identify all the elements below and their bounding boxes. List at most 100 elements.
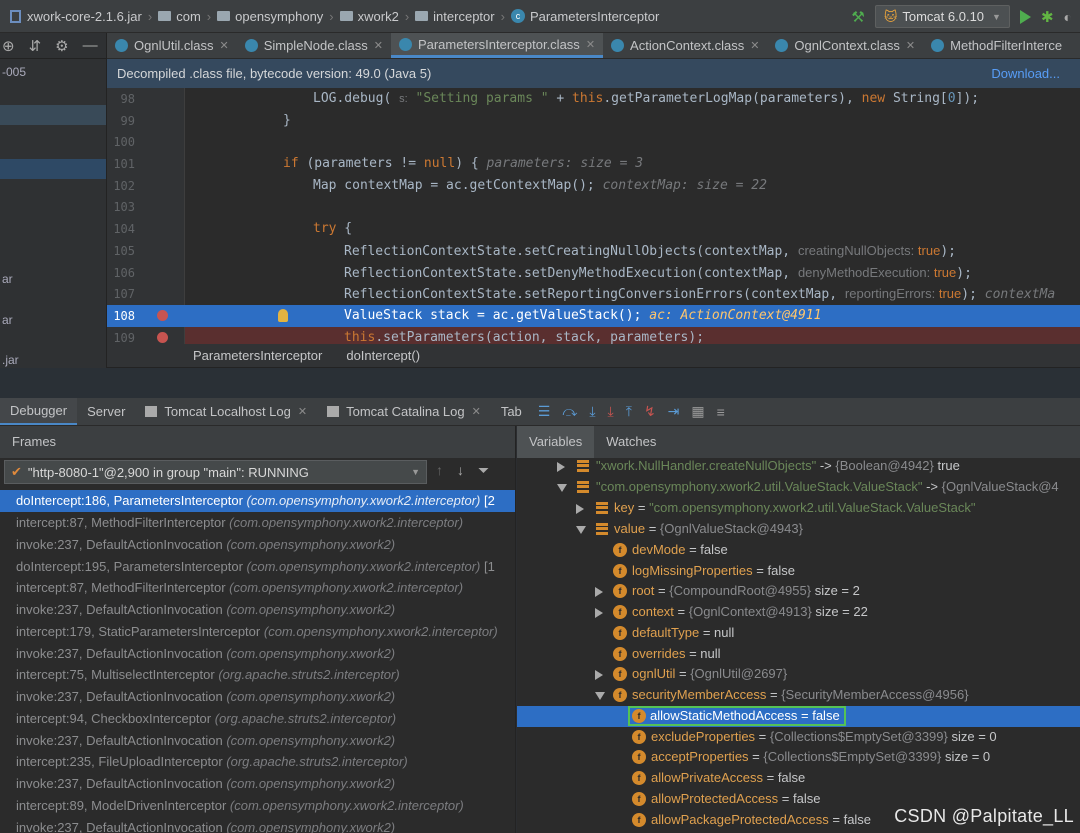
variable-row[interactable]: f securityMemberAccess = {SecurityMember… <box>517 685 1080 706</box>
gear-icon[interactable]: ⚙ <box>55 37 68 55</box>
run-to-cursor-icon[interactable]: ⇥ <box>668 403 680 420</box>
project-tree-item[interactable]: ar <box>2 313 13 327</box>
variable-row[interactable]: value = {OgnlValueStack@4943} <box>517 519 1080 540</box>
run-config-select[interactable]: 🐱 Tomcat 6.0.10 ▼ <box>874 5 1010 28</box>
close-icon[interactable]: ✕ <box>586 38 595 51</box>
tab-tomcat-localhost-log[interactable]: Tomcat Localhost Log ✕ <box>135 398 317 425</box>
expand-arrow-icon[interactable] <box>576 504 584 514</box>
download-link[interactable]: Download... <box>991 66 1060 81</box>
step-into-icon[interactable]: ⤓ <box>589 403 595 420</box>
stack-frame[interactable]: intercept:179, StaticParametersIntercept… <box>0 621 515 643</box>
stack-frame[interactable]: intercept:94, CheckboxInterceptor (org.a… <box>0 708 515 730</box>
breadcrumb-class[interactable]: c ParametersInterceptor <box>510 9 659 24</box>
breadcrumb-interceptor[interactable]: interceptor › <box>415 9 511 24</box>
close-icon[interactable]: ✕ <box>750 39 759 52</box>
breakpoint-icon[interactable] <box>157 332 168 343</box>
stack-frame[interactable]: invoke:237, DefaultActionInvocation (com… <box>0 599 515 621</box>
variable-row[interactable]: f acceptProperties = {Collections$EmptyS… <box>517 747 1080 768</box>
tab-watches[interactable]: Watches <box>594 426 668 458</box>
step-over-icon[interactable]: ⤼ <box>562 403 577 420</box>
breadcrumb-com[interactable]: com › <box>158 9 217 24</box>
variable-row[interactable]: f overrides = null <box>517 644 1080 665</box>
stack-frame[interactable]: doIntercept:195, ParametersInterceptor (… <box>0 556 515 578</box>
variable-row[interactable]: f allowPrivateAccess = false <box>517 768 1080 789</box>
coverage-icon[interactable]: ◐ <box>1064 9 1072 25</box>
tab-tab[interactable]: Tab <box>491 398 532 425</box>
variable-row[interactable]: f excludeProperties = {Collections$Empty… <box>517 727 1080 748</box>
expand-arrow-icon[interactable] <box>595 608 603 618</box>
run-icon[interactable] <box>1019 9 1031 24</box>
tab-ognlutil[interactable]: OgnlUtil.class ✕ <box>107 33 237 58</box>
variable-row[interactable]: f defaultType = null <box>517 623 1080 644</box>
collapse-arrow-icon[interactable] <box>595 692 605 700</box>
breakpoint-icon[interactable] <box>157 310 168 321</box>
tab-parametersinterceptor[interactable]: ParametersInterceptor.class ✕ <box>390 33 604 58</box>
close-icon[interactable]: ✕ <box>219 39 228 52</box>
breadcrumb-xwork2[interactable]: xwork2 › <box>339 9 416 24</box>
stack-frame[interactable]: invoke:237, DefaultActionInvocation (com… <box>0 817 515 833</box>
debug-bug-icon[interactable]: ✱ <box>1041 8 1054 26</box>
build-hammer-icon[interactable]: ⚒ <box>851 8 864 26</box>
stack-frame[interactable]: invoke:237, DefaultActionInvocation (com… <box>0 730 515 752</box>
minimize-icon[interactable]: — <box>83 37 98 54</box>
breadcrumb-method-name[interactable]: doIntercept() <box>346 348 420 363</box>
tab-server[interactable]: Server <box>77 398 135 425</box>
tab-variables[interactable]: Variables <box>517 426 595 458</box>
stack-frame[interactable]: invoke:237, DefaultActionInvocation (com… <box>0 773 515 795</box>
tab-tomcat-catalina-log[interactable]: Tomcat Catalina Log ✕ <box>317 398 491 425</box>
stack-frame[interactable]: intercept:89, ModelDrivenInterceptor (co… <box>0 795 515 817</box>
stack-frame[interactable]: intercept:235, FileUploadInterceptor (or… <box>0 751 515 773</box>
force-step-into-icon[interactable]: ⤓ <box>608 403 614 420</box>
variable-row[interactable]: key = "com.opensymphony.xwork2.util.Valu… <box>517 498 1080 519</box>
variable-row[interactable]: f root = {CompoundRoot@4955} size = 2 <box>517 581 1080 602</box>
variable-row[interactable]: f logMissingProperties = false <box>517 561 1080 582</box>
panel-splitter[interactable] <box>0 368 1080 398</box>
variable-row-selected[interactable]: f allowStaticMethodAccess = false <box>517 706 1080 727</box>
project-tree-item[interactable]: -005 <box>2 65 26 79</box>
arrow-up-icon[interactable]: ↑ <box>436 462 443 479</box>
stack-frame[interactable]: invoke:237, DefaultActionInvocation (com… <box>0 534 515 556</box>
variable-row[interactable]: f devMode = false <box>517 540 1080 561</box>
lightbulb-icon[interactable] <box>278 309 288 322</box>
code-editor[interactable]: 98 99 100 101 102 103 104 105 106 107 10… <box>107 88 1080 344</box>
variable-row[interactable]: f context = {OgnlContext@4913} size = 22 <box>517 602 1080 623</box>
stack-frame-selected[interactable]: doIntercept:186, ParametersInterceptor (… <box>0 490 515 512</box>
close-icon[interactable]: ✕ <box>374 39 383 52</box>
tab-simplenode[interactable]: SimpleNode.class ✕ <box>237 33 391 58</box>
drop-frame-icon[interactable]: ↯ <box>644 403 656 420</box>
expand-arrow-icon[interactable] <box>595 670 603 680</box>
locate-icon[interactable]: ⊕ <box>2 37 15 55</box>
tab-ognlcontext[interactable]: OgnlContext.class ✕ <box>767 33 923 58</box>
tab-actioncontext[interactable]: ActionContext.class ✕ <box>603 33 767 58</box>
stack-frame[interactable]: intercept:87, MethodFilterInterceptor (c… <box>0 577 515 599</box>
collapse-icon[interactable]: ⇵ <box>29 37 42 55</box>
project-tree-selected[interactable] <box>0 159 106 179</box>
expand-arrow-icon[interactable] <box>595 587 603 597</box>
close-icon[interactable]: ✕ <box>472 405 481 418</box>
variable-row[interactable]: f ognlUtil = {OgnlUtil@2697} <box>517 664 1080 685</box>
step-out-icon[interactable]: ⤒ <box>626 403 632 420</box>
trace-icon[interactable]: ≡ <box>717 404 725 420</box>
collapse-arrow-icon[interactable] <box>576 526 586 534</box>
stack-frame[interactable]: intercept:75, MultiselectInterceptor (or… <box>0 664 515 686</box>
variable-row[interactable]: "xwork.NullHandler.createNullObjects" ->… <box>517 456 1080 477</box>
tab-methodfilterinterceptor[interactable]: MethodFilterInterce <box>923 33 1070 58</box>
stack-frame[interactable]: invoke:237, DefaultActionInvocation (com… <box>0 686 515 708</box>
project-tree-highlight[interactable] <box>0 105 106 125</box>
tab-debugger[interactable]: Debugger <box>0 398 78 425</box>
variable-row[interactable]: "com.opensymphony.xwork2.util.ValueStack… <box>517 477 1080 498</box>
expand-arrow-icon[interactable] <box>557 462 565 472</box>
stack-frame[interactable]: invoke:237, DefaultActionInvocation (com… <box>0 643 515 665</box>
filter-icon[interactable]: ⏷ <box>478 462 489 479</box>
breadcrumb-jar[interactable]: xwork-core-2.1.6.jar › <box>27 9 158 24</box>
arrow-down-icon[interactable]: ↓ <box>457 462 464 479</box>
close-icon[interactable]: ✕ <box>906 39 915 52</box>
breadcrumb-class-name[interactable]: ParametersInterceptor <box>193 348 322 363</box>
collapse-arrow-icon[interactable] <box>557 484 567 492</box>
stack-frame[interactable]: intercept:87, MethodFilterInterceptor (c… <box>0 512 515 534</box>
evaluate-table-icon[interactable]: ▦ <box>691 403 704 420</box>
menu-lines-icon[interactable]: ☰ <box>538 403 551 420</box>
breadcrumb-opensymphony[interactable]: opensymphony › <box>217 9 340 24</box>
project-tree-item[interactable]: ar <box>2 272 13 286</box>
close-icon[interactable]: ✕ <box>298 405 307 418</box>
